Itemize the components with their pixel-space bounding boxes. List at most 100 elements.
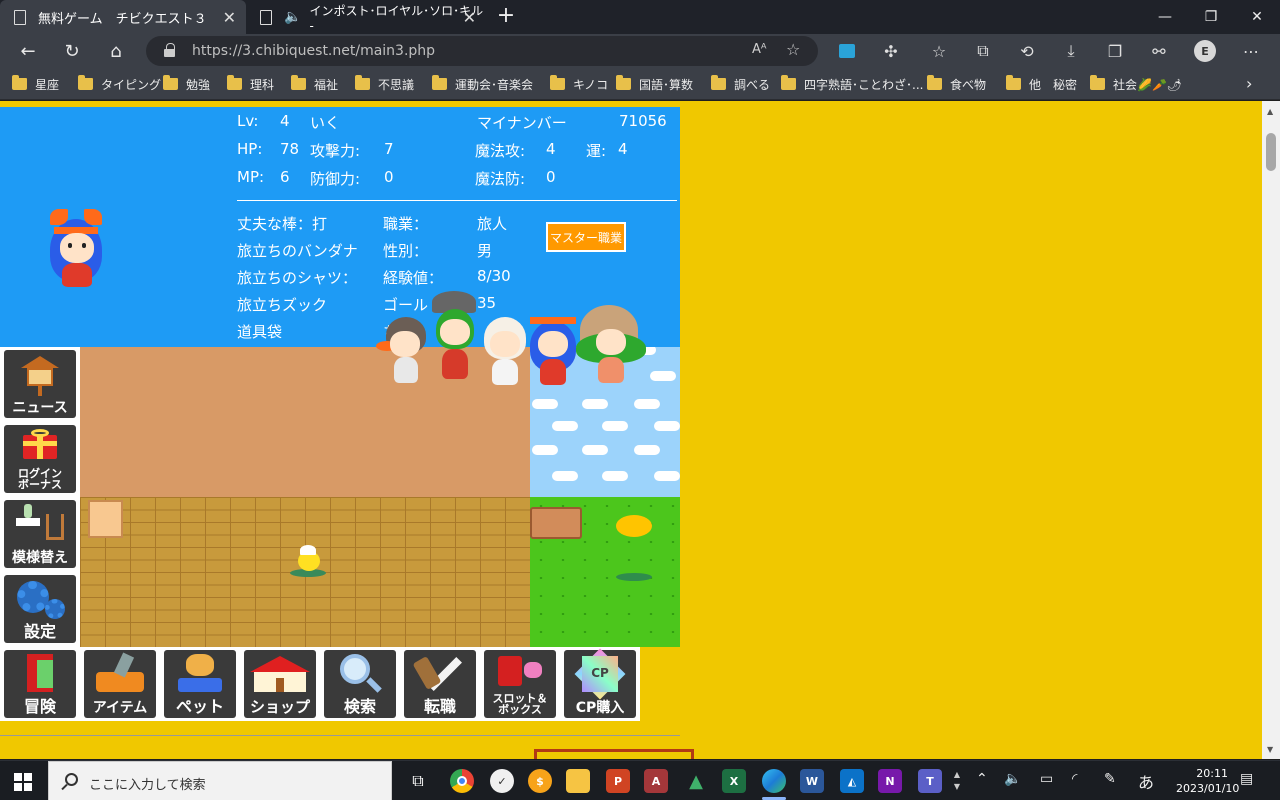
performance-icon[interactable]: ⚯ — [1144, 37, 1174, 65]
bookmark-folder[interactable]: 四字熟語･ことわざ･... — [781, 75, 923, 92]
scroll-thumb[interactable] — [1266, 133, 1276, 171]
extension-icon[interactable] — [832, 37, 862, 65]
new-tab-button[interactable]: + — [494, 5, 518, 29]
magic-defense-label: 魔法防: — [475, 170, 526, 188]
pet-button[interactable]: ペット — [164, 650, 236, 718]
lock-icon[interactable] — [164, 43, 175, 57]
cp-purchase-button[interactable]: CP CP購入 — [564, 648, 636, 718]
photos-icon[interactable]: ◭ — [836, 765, 868, 797]
news-button[interactable]: ニュース — [4, 350, 76, 418]
edge-icon[interactable] — [758, 765, 790, 800]
more-menu-icon[interactable]: ⋯ — [1236, 37, 1266, 65]
bee-monster-icon[interactable] — [616, 515, 652, 537]
adventure-button[interactable]: 冒険 — [4, 650, 76, 718]
app-tabs-icon[interactable]: ❐ — [1100, 37, 1130, 65]
settings-button[interactable]: 設定 — [4, 575, 76, 643]
address-bar[interactable]: https://3.chibiquest.net/main3.php Aᴬ ☆ — [146, 36, 818, 66]
ime-indicator[interactable]: あ — [1138, 769, 1154, 793]
taskbar-scroll-icon[interactable]: ▲ ▼ — [950, 765, 964, 797]
shop-button[interactable]: ショップ — [244, 650, 316, 718]
bookmark-folder[interactable]: 理科 — [227, 75, 274, 92]
bookmark-folder[interactable]: キノコ — [550, 75, 608, 92]
maximize-button[interactable]: ❐ — [1188, 0, 1234, 34]
bookmark-folder[interactable]: 不思議 — [355, 75, 414, 92]
scroll-down-icon[interactable]: ▼ — [1267, 745, 1273, 754]
access-icon[interactable]: A — [640, 765, 672, 797]
bookmark-folder[interactable]: 運動会･音楽会 — [432, 75, 533, 92]
equipment-feet[interactable]: 旅立ちズック — [237, 294, 327, 315]
equipment-weapon[interactable]: 丈夫な棒：打 — [237, 213, 327, 234]
read-aloud-icon[interactable]: Aᴬ — [752, 42, 767, 57]
chick-pet-icon[interactable] — [290, 543, 326, 577]
warp-hole-icon[interactable] — [616, 573, 652, 581]
tree-app-icon[interactable]: ▲ — [680, 765, 712, 797]
wifi-icon[interactable]: ◜ — [1072, 771, 1077, 787]
login-bonus-button[interactable]: ログイン ボーナス — [4, 425, 76, 493]
task-view-icon[interactable]: ⧉ — [402, 765, 434, 797]
onenote-icon[interactable]: N — [874, 765, 906, 797]
file-explorer-icon[interactable] — [562, 765, 594, 797]
master-job-button[interactable]: マスター職業 — [546, 222, 626, 252]
slot-box-button[interactable]: スロット＆ ボックス — [484, 650, 556, 718]
speaker-icon[interactable]: 🔈 — [284, 9, 301, 25]
equipment-bag[interactable]: 道具袋 — [237, 321, 282, 342]
excel-icon[interactable]: X — [718, 765, 750, 797]
profile-avatar[interactable]: E — [1194, 40, 1216, 62]
downloads-icon[interactable]: ⤓ — [1056, 37, 1086, 65]
bitcoin-app-icon[interactable]: $ — [524, 765, 556, 797]
chrome-icon[interactable] — [446, 765, 478, 797]
tab-close-icon[interactable]: ✕ — [463, 8, 476, 27]
bookmark-folder[interactable]: 星座 — [12, 75, 59, 92]
bookmarks-overflow-icon[interactable]: › — [1246, 74, 1252, 93]
powerpoint-icon[interactable]: P — [602, 765, 634, 797]
minimize-button[interactable]: — — [1142, 0, 1188, 34]
scroll-up-icon[interactable]: ▲ — [1267, 107, 1273, 116]
game-map[interactable] — [80, 347, 680, 647]
volume-icon[interactable]: 🔈 — [1004, 771, 1021, 787]
bookmark-folder[interactable]: 社会🌽🥕🌶 — [1090, 75, 1182, 92]
bookmark-folder[interactable]: 国語･算数 — [616, 75, 693, 92]
system-clock[interactable]: 20:11 2023/01/10 — [1176, 766, 1239, 796]
history-icon[interactable]: ⟲ — [1012, 37, 1042, 65]
party-member-2[interactable] — [424, 291, 482, 387]
word-icon[interactable]: W — [796, 765, 828, 797]
job-change-button[interactable]: 転職 — [404, 650, 476, 718]
bookmark-folder[interactable]: 調べる — [711, 75, 770, 92]
treasure-stump-icon[interactable] — [530, 507, 582, 539]
taskbar-search-box[interactable]: ここに入力して検索 — [48, 761, 392, 800]
bookmark-folder[interactable]: 食べ物 — [927, 75, 986, 92]
equipment-body[interactable]: 旅立ちのシャツ： — [237, 267, 357, 288]
refresh-icon[interactable]: ↻ — [58, 37, 86, 65]
items-button[interactable]: アイテム — [84, 650, 156, 718]
favorites-icon[interactable]: ☆ — [924, 37, 954, 65]
search-button[interactable]: 検索 — [324, 650, 396, 718]
teams-icon[interactable]: T — [914, 765, 946, 797]
notification-icon[interactable]: ▤ — [1240, 771, 1253, 787]
ad-box[interactable] — [534, 749, 694, 759]
tab-close-icon[interactable]: ✕ — [223, 8, 236, 27]
close-window-button[interactable]: ✕ — [1234, 0, 1280, 34]
bookmark-folder[interactable]: 他 秘密 — [1006, 75, 1077, 92]
bookmark-folder[interactable]: 福祉 — [291, 75, 338, 92]
tray-overflow-icon[interactable]: ⌃ — [976, 771, 988, 787]
windows-start-icon[interactable] — [14, 773, 32, 791]
battery-icon[interactable]: ▭ — [1040, 771, 1053, 787]
page-scrollbar[interactable]: ▲ ▼ — [1262, 101, 1280, 759]
home-icon[interactable]: ⌂ — [102, 37, 130, 65]
equipment-head[interactable]: 旅立ちのバンダナ — [237, 240, 358, 261]
bookmark-folder[interactable]: 勉強 — [163, 75, 210, 92]
party-member-5[interactable] — [574, 305, 648, 387]
clock-app-icon[interactable]: ✓ — [486, 765, 518, 797]
add-favorite-icon[interactable]: ☆ — [786, 40, 800, 59]
collections-icon[interactable]: ⧉ — [968, 37, 998, 65]
party-member-3[interactable] — [478, 313, 530, 389]
remodel-button[interactable]: 模様替え — [4, 500, 76, 568]
tab-impost-royale[interactable]: 🔈 インポスト･ロイヤル･ソロ･キル - ✕ — [246, 0, 486, 34]
back-arrow-icon[interactable]: ← — [14, 37, 42, 65]
extensions-puzzle-icon[interactable]: ✣ — [876, 37, 906, 65]
tab-chibiquest[interactable]: 無料ゲーム チビクエスト３ ✕ — [0, 0, 246, 34]
pen-icon[interactable]: ✎ — [1104, 771, 1116, 787]
bookmark-folder[interactable]: タイピング — [78, 75, 161, 92]
notice-board-icon[interactable] — [88, 500, 123, 538]
url-text[interactable]: https://3.chibiquest.net/main3.php — [192, 43, 435, 59]
